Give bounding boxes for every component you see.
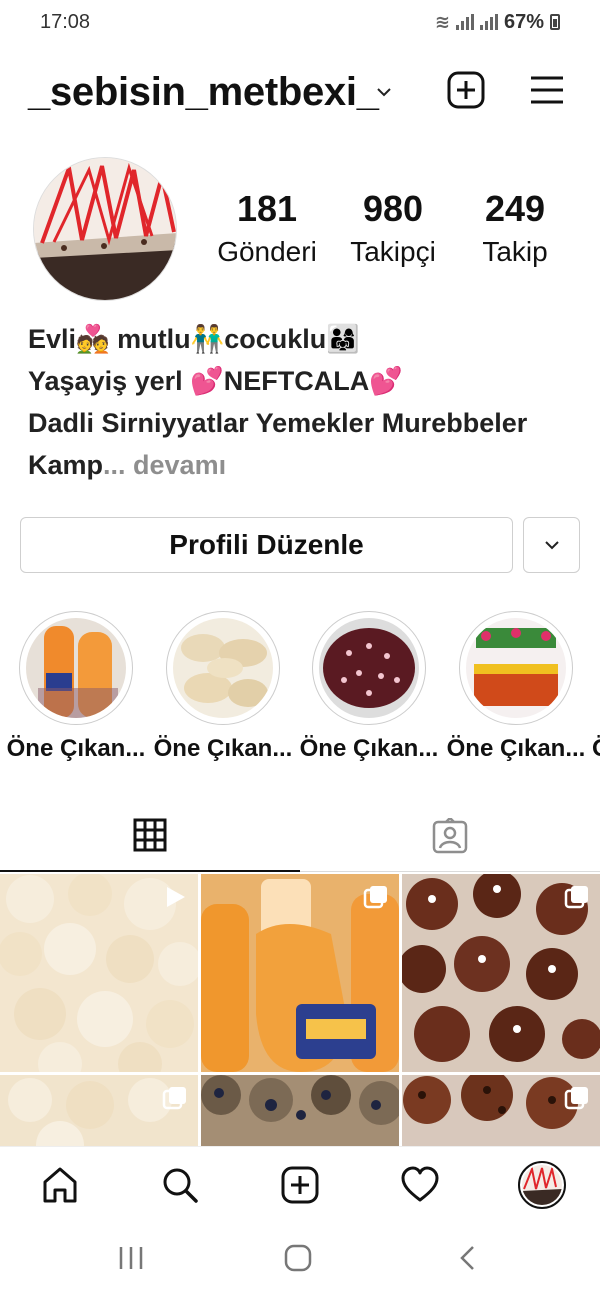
carousel-icon [363,884,389,915]
home-button[interactable] [284,1244,312,1277]
highlight-ring [459,611,573,725]
bottom-nav [0,1146,600,1222]
nav-search[interactable] [158,1163,202,1207]
stat-value: 980 [362,188,424,229]
avatar [518,1161,566,1209]
profile-header: _sebisin_metbexi_ [0,62,600,122]
bio-line: Yaşayiş yerl 💕NEFTCALA💕 [28,366,403,396]
chevron-down-icon [544,541,559,550]
grid-icon [133,818,167,852]
post-grid [0,874,600,1146]
stat-label: Takip [482,236,548,267]
highlight-label: Öne Çıkan... [153,735,293,762]
tab-tagged[interactable] [300,800,600,872]
highlight-ring [19,611,133,725]
battery-percent: 67% [503,10,544,33]
stat-value: 249 [484,188,546,229]
post-thumbnail[interactable] [0,1075,198,1146]
status-icons: ≋ 67% [435,11,560,34]
back-button[interactable] [455,1244,483,1277]
suggestions-dropdown-button[interactable] [523,517,580,573]
highlight-cover [319,618,419,718]
bio-more-link[interactable]: ... devamı [103,450,226,480]
bio-text: Kamp [28,450,104,480]
video-icon [162,884,188,915]
highlight-label: Öne Çıkan... [6,735,146,762]
hamburger-menu-icon [531,76,563,104]
bio-line: Evli💑 mutlu👬cocuklu👨‍👩‍👧 [28,324,360,354]
status-time: 17:08 [40,10,91,33]
carousel-icon [564,1085,590,1116]
highlight-label: Ö [592,735,600,763]
wifi-icon: ≋ [434,11,450,32]
stat-label: Takipçi [350,236,436,267]
tab-grid[interactable] [0,800,300,872]
highlight-label: Öne Çıkan... [299,735,439,762]
stat-label: Gönderi [217,236,317,267]
search-icon [163,1168,198,1203]
highlight-cover [466,618,566,718]
post-thumbnail[interactable] [402,1075,600,1146]
back-arrow-icon [460,1246,474,1270]
heart-icon [401,1166,439,1202]
battery-icon [550,14,560,30]
carousel-icon [162,1085,188,1116]
home-icon [43,1167,77,1203]
carousel-icon [564,884,590,915]
story-highlight[interactable]: Ö [592,611,600,763]
highlight-label: Öne Çıkan... [446,735,586,762]
system-nav-bar [0,1222,600,1298]
highlight-cover [173,618,273,718]
signal-icon [455,14,474,30]
home-circle-icon [284,1244,312,1272]
stat-followers[interactable]: 980 Takipçi [328,188,458,268]
chevron-down-icon[interactable] [376,84,392,100]
bio-line: Dadli Sirniyyatlar Yemekler Murebbeler [28,408,528,438]
stat-posts[interactable]: 181 Gönderi [202,188,332,268]
username[interactable]: _sebisin_metbexi_ [28,70,379,115]
story-highlight[interactable]: Öne Çıkan... [299,611,439,763]
new-post-button[interactable] [446,70,486,110]
highlight-ring [166,611,280,725]
story-highlight[interactable]: Öne Çıkan... [446,611,586,763]
profile-bio: Evli💑 mutlu👬cocuklu👨‍👩‍👧 Yaşayiş yerl 💕N… [28,318,573,486]
highlight-ring [312,611,426,725]
menu-button[interactable] [527,70,567,110]
story-highlight[interactable]: Öne Çıkan... [153,611,293,763]
nav-home[interactable] [38,1163,82,1207]
status-bar: 17:08 ≋ 67% [0,0,600,44]
profile-avatar[interactable] [33,157,177,301]
recent-apps-button[interactable] [117,1244,145,1277]
post-thumbnail[interactable] [201,1075,399,1146]
nav-add[interactable] [278,1163,322,1207]
tagged-person-icon [432,818,468,854]
post-thumbnail[interactable] [0,874,198,1072]
edit-profile-button[interactable]: Profili Düzenle [20,517,513,573]
bio-line: Kamp... devamı [28,444,573,486]
nav-activity[interactable] [398,1163,442,1207]
stat-following[interactable]: 249 Takip [450,188,580,268]
signal-icon [479,14,498,30]
recent-apps-icon [119,1247,143,1269]
plus-square-icon [281,1166,319,1204]
profile-tabs [0,800,600,872]
story-highlight[interactable]: Öne Çıkan... [6,611,146,763]
plus-square-icon [447,71,485,109]
stat-value: 181 [236,188,298,229]
highlight-cover [26,618,126,718]
post-thumbnail[interactable] [402,874,600,1072]
nav-profile[interactable] [516,1159,568,1211]
post-thumbnail[interactable] [201,874,399,1072]
